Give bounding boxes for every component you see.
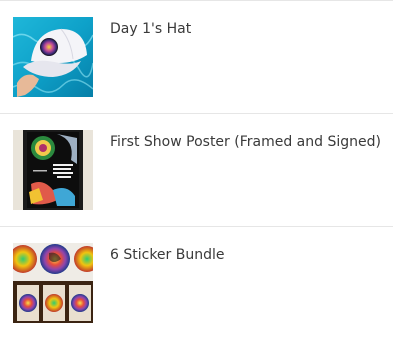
- framed-poster-photo-icon: [13, 130, 93, 210]
- product-title[interactable]: 6 Sticker Bundle: [110, 246, 225, 264]
- product-thumbnail[interactable]: [13, 130, 93, 210]
- product-thumbnail[interactable]: [13, 243, 93, 323]
- product-list: Day 1's Hat First Show Poster (Framed an…: [0, 0, 393, 334]
- hat-photo-icon: [13, 17, 93, 97]
- product-title[interactable]: First Show Poster (Framed and Signed): [110, 133, 381, 151]
- product-thumbnail[interactable]: [13, 17, 93, 97]
- sticker-sheet-photo-icon: [13, 243, 93, 323]
- product-item-stickers[interactable]: 6 Sticker Bundle: [0, 227, 393, 340]
- product-title[interactable]: Day 1's Hat: [110, 20, 191, 38]
- product-item-hat[interactable]: Day 1's Hat: [0, 1, 393, 114]
- product-item-poster[interactable]: First Show Poster (Framed and Signed): [0, 114, 393, 227]
